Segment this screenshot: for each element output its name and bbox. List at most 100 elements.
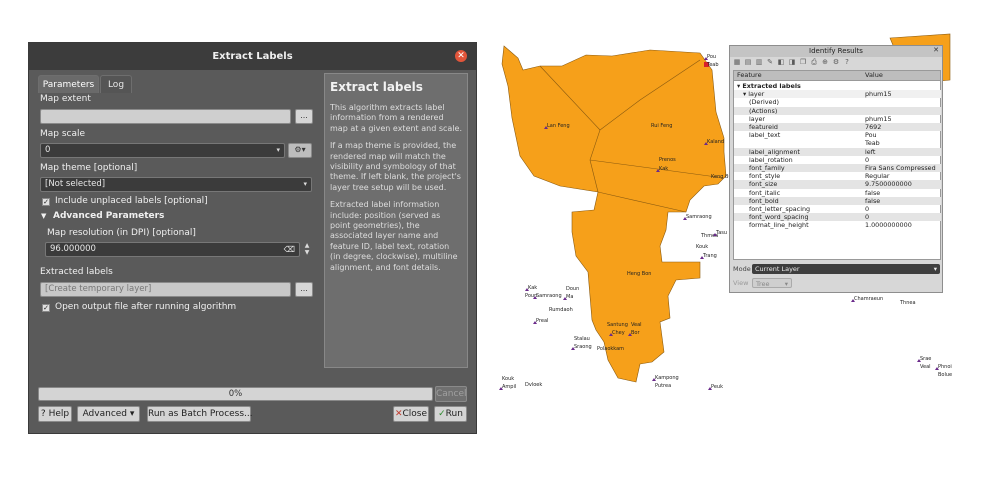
settings-icon[interactable]: ⚙ [832, 58, 840, 66]
identify-row[interactable]: (Derived) [734, 98, 941, 106]
map-scale-select[interactable]: 0 ▾ [40, 143, 285, 158]
identify-row[interactable]: font_size 9.7500000000 [734, 180, 941, 189]
help-paragraph: Extracted label information include: pos… [330, 200, 458, 272]
identify-row[interactable]: label_alignment left [734, 147, 941, 156]
dialog-titlebar: Extract Labels ✕ [29, 43, 476, 70]
identify-field: font_word_spacing [749, 213, 809, 222]
open-output-label: Open output file after running algorithm [55, 302, 237, 312]
identify-row[interactable]: ▾ Extracted labels [734, 82, 941, 90]
close-icon: ✕ [394, 409, 403, 419]
identify-row[interactable]: font_family Fira Sans Compressed [734, 164, 941, 173]
help-icon: ? [40, 409, 46, 419]
map-label: Tasu [715, 230, 727, 236]
identify-mode-icon[interactable]: ⊕ [821, 58, 829, 66]
clear-icon[interactable]: ✎ [766, 58, 774, 66]
map-theme-select[interactable]: [Not selected] ▾ [40, 177, 312, 192]
map-label: Prenos [659, 157, 676, 163]
identify-field: format_line_height [749, 221, 809, 230]
tab-log[interactable]: Log [100, 75, 132, 93]
collapse-icon[interactable]: ▤ [744, 58, 752, 66]
identify-row[interactable]: (Actions) [734, 106, 941, 115]
identify-row[interactable]: font_bold false [734, 196, 941, 205]
extracted-labels-label: Extracted labels [40, 267, 113, 277]
close-button[interactable]: ✕Close [393, 406, 429, 422]
identify-row[interactable]: font_word_spacing 0 [734, 213, 941, 222]
run-button[interactable]: ✓Run [434, 406, 467, 422]
open-output-checkbox[interactable]: ✓ [42, 304, 50, 312]
scale-options-button[interactable]: ⚙▾ [288, 143, 312, 158]
map-extent-browse-button[interactable]: ... [295, 109, 313, 124]
highlight-icon[interactable]: ◧ [777, 58, 785, 66]
identify-field: font_letter_spacing [749, 205, 811, 213]
map-label: Putrea [655, 383, 671, 389]
run-button-label: Run [445, 409, 463, 419]
advanced-parameters-label[interactable]: Advanced Parameters [53, 211, 164, 221]
tab-parameters[interactable]: Parameters [38, 75, 99, 93]
map-label: Trang [702, 253, 717, 259]
help-icon[interactable]: ? [843, 58, 851, 66]
identify-value: 0 [865, 213, 870, 222]
extracted-labels-browse-button[interactable]: ... [295, 282, 313, 297]
run-icon: ✓ [438, 409, 446, 419]
identify-row[interactable]: label_rotation 0 [734, 156, 941, 164]
mode-select[interactable]: Current Layer ▾ [752, 264, 940, 274]
identify-row[interactable]: ▾ layer phum15 [734, 90, 941, 99]
mode-value: Current Layer [755, 265, 800, 273]
collapse-triangle-icon[interactable]: ▼ [41, 212, 46, 220]
identify-table-header: Feature Value [733, 70, 941, 81]
resolution-spin-arrows[interactable]: ▲ ▼ [302, 242, 312, 257]
identify-row[interactable]: label_text Pou Teab [734, 131, 941, 147]
identify-field: label_alignment [749, 147, 800, 156]
map-scale-value: 0 [45, 145, 51, 155]
clear-field-icon[interactable]: ⌫ [284, 243, 295, 256]
expand-new-icon[interactable]: ▥ [755, 58, 763, 66]
help-button[interactable]: ? Help [38, 406, 72, 422]
view-select[interactable]: Tree ▾ [752, 278, 792, 288]
map-extent-label: Map extent [40, 94, 91, 104]
map-resolution-input[interactable]: 96.000000 ⌫ [45, 242, 300, 257]
advanced-button[interactable]: Advanced ▾ [77, 406, 140, 422]
include-unplaced-checkbox[interactable]: ✓ [42, 198, 50, 206]
identify-row[interactable]: featureid 7692 [734, 123, 941, 132]
copy-icon[interactable]: ❐ [799, 58, 807, 66]
identify-field: (Actions) [749, 106, 778, 115]
chevron-down-icon: ▾ [933, 265, 937, 273]
help-title: Extract labels [330, 80, 423, 94]
column-value[interactable]: Value [865, 71, 883, 80]
identify-row[interactable]: font_letter_spacing 0 [734, 205, 941, 213]
expand-icon[interactable]: ▦ [733, 58, 741, 66]
map-label: Veal [631, 322, 642, 328]
identify-row[interactable]: font_italic false [734, 189, 941, 197]
chevron-down-icon: ▾ [784, 280, 788, 288]
close-icon[interactable]: ✕ [933, 46, 939, 54]
identify-row[interactable]: layer phum15 [734, 115, 941, 123]
identify-field: font_size [749, 180, 778, 189]
column-feature[interactable]: Feature [737, 71, 762, 80]
extracted-labels-input[interactable]: [Create temporary layer] [40, 282, 291, 297]
map-label: Heng Bon [627, 271, 651, 277]
identify-table-body: ▾ Extracted labels ▾ layer phum15 (Derived)… [733, 81, 941, 260]
map-label: Sraong [574, 344, 592, 350]
print-icon[interactable]: ⎙ [810, 58, 818, 66]
map-label: Chey [612, 330, 625, 336]
map-label: Teab [706, 62, 719, 68]
advanced-button-label: Advanced [82, 409, 128, 419]
run-batch-button[interactable]: Run as Batch Process... [147, 406, 253, 422]
identify-field: font_bold [749, 196, 779, 205]
close-icon[interactable]: ✕ [455, 50, 467, 62]
identify-value: 0 [865, 155, 870, 164]
cancel-button[interactable]: Cancel [435, 386, 467, 402]
identify-row[interactable]: format_line_height 1.0000000000 [734, 221, 941, 229]
identify-row[interactable]: font_style Regular [734, 172, 941, 180]
map-extent-input[interactable] [40, 109, 291, 124]
identify-title: Identify Results [730, 46, 942, 57]
identify-value: Pou Teab [865, 131, 880, 148]
view-value: Tree [756, 280, 770, 288]
identify-value: 0 [865, 205, 870, 213]
identify-field: layer [749, 114, 766, 123]
select-icon[interactable]: ◨ [788, 58, 796, 66]
identify-results-panel: Identify Results ✕ ▦ ▤ ▥ ✎ ◧ ◨ ❐ ⎙ ⊕ ⚙ ?… [729, 45, 943, 293]
parameters-panel: Map extent ... Map scale 0 ▾ ⚙▾ Map theme… [37, 92, 320, 368]
map-label: Kouk [502, 376, 514, 382]
identify-value: false [865, 196, 881, 205]
